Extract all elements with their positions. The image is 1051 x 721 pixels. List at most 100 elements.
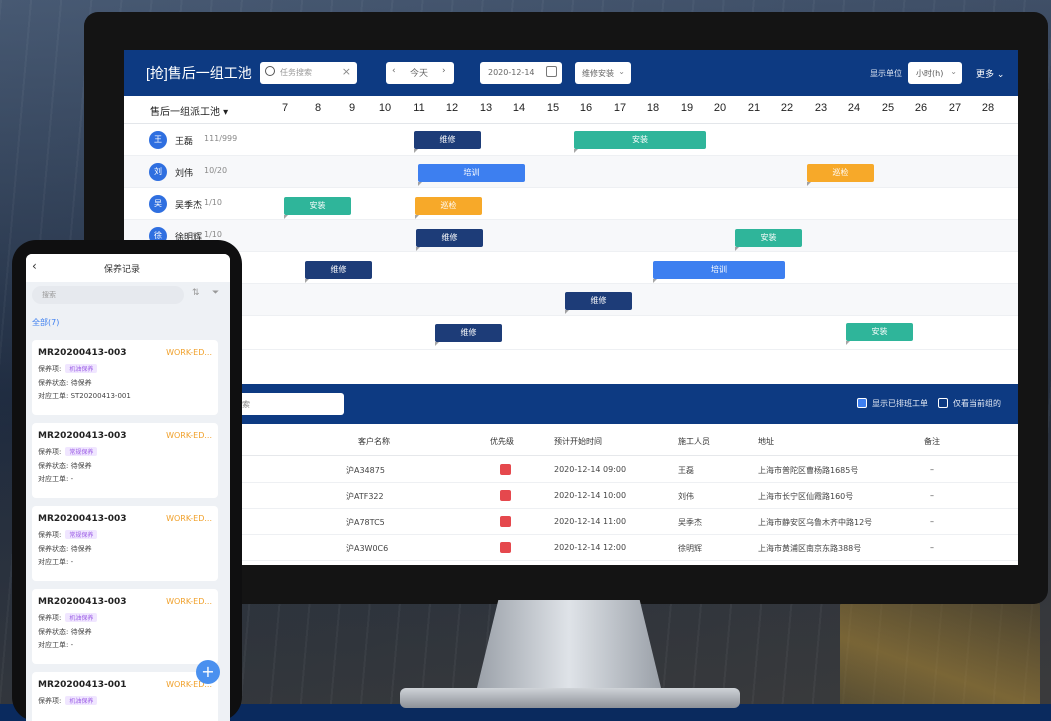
column-header: 地址 (758, 437, 774, 446)
gantt-row: 维修 安装 (124, 316, 1018, 350)
task-bar[interactable]: 安装 (284, 197, 351, 219)
task-bar[interactable]: 巡检 (807, 164, 874, 186)
customer-cell: 沪A3W0C6 (346, 544, 389, 553)
day-column-header: 19 (680, 102, 694, 114)
table-row[interactable]: 沪A3W0C6 2020-12-14 12:00 徐明辉 上海市黄浦区南京东路3… (124, 535, 1018, 561)
unit-select[interactable]: 小时(h) ⌄ (908, 62, 962, 84)
filter-all-tab[interactable]: 全部(7) (32, 317, 59, 328)
day-column-header: 25 (881, 102, 895, 114)
day-column-header: 24 (847, 102, 861, 114)
back-icon[interactable]: ‹ (32, 259, 37, 273)
task-bar[interactable]: 维修 (414, 131, 481, 153)
worker-cell: 吴季杰 (678, 518, 702, 527)
date-picker[interactable]: 2020-12-14 (480, 62, 562, 84)
show-scheduled-checkbox[interactable] (857, 398, 867, 408)
task-bar[interactable]: 安装 (574, 131, 706, 153)
record-item-label: 保养项: (38, 531, 62, 539)
day-column-header: 11 (413, 102, 425, 114)
group-label: 售后一组派工池 (150, 107, 220, 118)
table-row[interactable]: 沪A34875 2020-12-14 09:00 王磊 上海市普陀区曹杨路168… (124, 457, 1018, 483)
phone-navbar: ‹ 保养记录 (26, 254, 230, 282)
record-status: WORK-ED... (166, 514, 212, 523)
record-item-line: 保养项: 常规保养 (38, 447, 98, 457)
chevron-right-icon[interactable]: › (442, 66, 446, 76)
chevron-left-icon[interactable]: ‹ (392, 66, 396, 76)
record-card[interactable]: MR20200413-003 WORK-ED... 保养项: 机油保养 保养状态:… (32, 589, 218, 664)
worker-cell: 刘伟 (678, 492, 694, 501)
add-record-button[interactable]: + (196, 660, 220, 684)
record-card[interactable]: MR20200413-001 WORK-ED... 保养项: 机油保养 (32, 672, 218, 721)
record-id: MR20200413-003 (38, 431, 127, 441)
record-order-line: 对应工单: - (38, 558, 74, 566)
day-column-header: 20 (713, 102, 727, 114)
remark-cell: – (930, 465, 934, 474)
record-order-line: 对应工单: - (38, 641, 74, 649)
column-header[interactable]: 预计开始时间 (554, 436, 602, 447)
record-item-label: 保养项: (38, 614, 62, 622)
task-bar[interactable]: 培训 (653, 261, 785, 283)
customer-cell: 沪ATF322 (346, 492, 384, 501)
record-tag: 机油保养 (65, 696, 98, 705)
task-bar[interactable]: 安装 (846, 323, 913, 345)
day-column-header: 28 (981, 102, 995, 114)
task-bar[interactable]: 维修 (305, 261, 372, 283)
record-status-line: 保养状态: 待保养 (38, 628, 92, 636)
record-tag: 常规保养 (65, 530, 98, 539)
customer-cell: 沪A78TC5 (346, 518, 385, 527)
table-row[interactable]: 沪ATF322 2020-12-14 10:00 刘伟 上海市长宁区仙霞路160… (124, 483, 1018, 509)
task-bar[interactable]: 培训 (418, 164, 525, 186)
task-bar[interactable]: 安装 (735, 229, 802, 251)
day-column-header: 26 (914, 102, 928, 114)
phone-search-input[interactable]: 搜索 (32, 286, 184, 304)
record-status-line: 保养状态: 待保养 (38, 545, 92, 553)
search-placeholder: 任务搜索 (280, 68, 312, 77)
task-bar[interactable]: 巡检 (415, 197, 482, 219)
task-bar[interactable]: 维修 (416, 229, 483, 251)
record-item-label: 保养项: (38, 448, 62, 456)
column-header: 客户名称 (358, 437, 390, 446)
task-bar[interactable]: 维修 (435, 324, 502, 346)
start-time-cell: 2020-12-14 09:00 (554, 465, 627, 474)
start-time-cell: 2020-12-14 10:00 (554, 491, 627, 500)
record-status: WORK-ED... (166, 431, 212, 440)
record-card[interactable]: MR20200413-003 WORK-ED... 保养项: 常规保养 保养状态:… (32, 423, 218, 498)
close-icon[interactable]: × (342, 65, 351, 78)
day-column-header: 22 (780, 102, 794, 114)
more-menu[interactable]: 更多 ⌄ (976, 67, 1004, 80)
column-header: 施工人员 (678, 437, 710, 446)
current-group-checkbox[interactable] (938, 398, 948, 408)
day-column-header: 17 (613, 102, 627, 114)
record-card[interactable]: MR20200413-003 WORK-ED... 保养项: 常规保养 保养状态:… (32, 506, 218, 581)
record-id: MR20200413-003 (38, 597, 127, 607)
task-search-input[interactable]: 任务搜索 × (260, 62, 357, 84)
day-column-header: 10 (378, 102, 392, 114)
record-tag: 机油保养 (65, 364, 98, 373)
record-card[interactable]: MR20200413-003 WORK-ED... 保养项: 机油保养 保养状态:… (32, 340, 218, 415)
pool-title[interactable]: [抢]售后一组工池 (146, 63, 252, 83)
search-icon (265, 66, 275, 76)
day-column-header: 7 (281, 102, 289, 114)
group-select[interactable]: 售后一组派工池 ▾ (150, 103, 228, 118)
address-cell: 上海市静安区乌鲁木齐中路12号 (758, 518, 873, 527)
gantt-row: 吴 吴季杰 1/10 安装 巡检 (124, 188, 1018, 220)
table-row[interactable]: 沪A78TC5 2020-12-14 11:00 吴季杰 上海市静安区乌鲁木齐中… (124, 509, 1018, 535)
worker-cell: 王磊 (678, 466, 694, 475)
type-select[interactable]: 维修安装 ⌄ (575, 62, 631, 84)
record-status: WORK-ED... (166, 597, 212, 606)
record-id: MR20200413-003 (38, 514, 127, 524)
task-bar[interactable]: 维修 (565, 292, 632, 314)
worker-cell: 徐明辉 (678, 544, 702, 553)
day-navigator[interactable]: ‹ 今天 › (386, 62, 454, 84)
filter-icon[interactable]: ⏷ (212, 288, 219, 298)
sort-icon[interactable]: ⇅ (192, 288, 200, 298)
table-toolbar: 搜索 显示已排班工单 仅看当前组的 (124, 384, 1018, 424)
column-header: 备注 (924, 437, 940, 446)
record-status-line: 保养状态: 待保养 (38, 379, 92, 387)
day-column-header: 23 (814, 102, 828, 114)
record-order-line: 对应工单: - (38, 475, 74, 483)
avatar: 刘 (149, 163, 167, 181)
table-search-input[interactable]: 搜索 (224, 393, 344, 415)
worker-count: 111/999 (204, 134, 238, 143)
record-tag: 常规保养 (65, 447, 98, 456)
record-id: MR20200413-001 (38, 680, 127, 690)
